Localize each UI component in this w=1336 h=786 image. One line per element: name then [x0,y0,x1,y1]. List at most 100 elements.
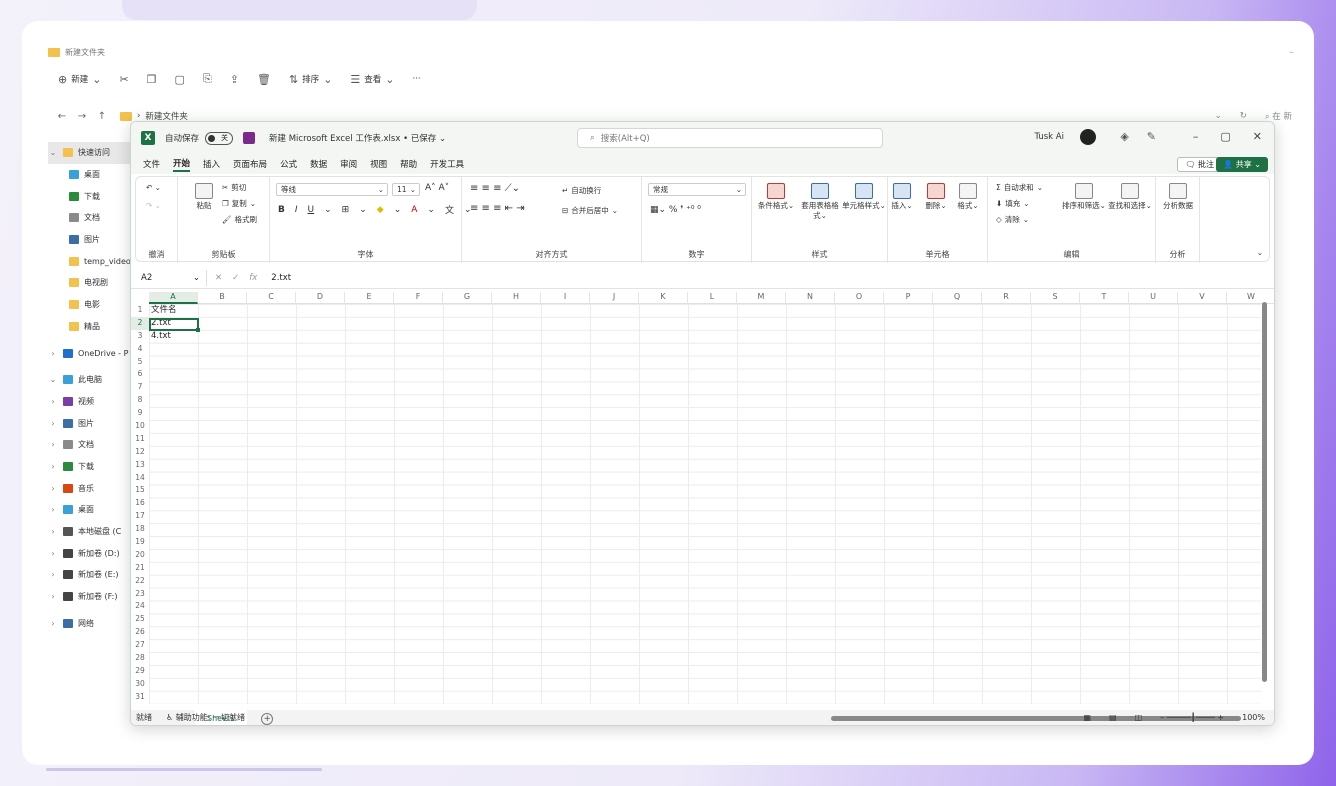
tab-6[interactable]: 审阅 [340,158,357,170]
accessibility-status[interactable]: ♿ 辅助功能: 一切就绪 [166,712,245,723]
row-header[interactable]: 19 [131,536,149,549]
analyze-data-button[interactable]: 分析数据 [1156,183,1200,211]
sidebar-item[interactable]: 电影 [48,294,134,316]
check-icon[interactable]: ✓ [232,273,239,283]
tab-4[interactable]: 公式 [280,158,297,170]
column-header[interactable]: C [247,292,296,304]
undo-icon[interactable]: ↶ ⌄ [146,183,161,192]
column-header[interactable]: Q [933,292,982,304]
row-header[interactable]: 9 [131,407,149,420]
sidebar-item[interactable]: ⌄ 此电脑 [48,369,134,391]
conditional-format-button[interactable]: 条件格式⌄ [754,183,798,211]
autosum-button[interactable]: Σ 自动求和 ⌄ [996,182,1043,193]
chevron-icon[interactable]: › [48,570,58,579]
row-header[interactable]: 13 [131,459,149,472]
row-header[interactable]: 3 [131,330,149,343]
sidebar-item[interactable]: 下载 [48,185,134,207]
row-header[interactable]: 10 [131,420,149,433]
sidebar-item[interactable]: › 新加卷 (F:) [48,586,134,608]
sidebar-item[interactable]: › 网络 [48,612,134,634]
tab-1[interactable]: 开始 [173,157,191,172]
sidebar-item[interactable]: › 本地磁盘 (C [48,521,134,543]
chevron-icon[interactable]: › [48,549,58,558]
column-header[interactable]: P [884,292,933,304]
sidebar-item[interactable]: temp_video [48,250,134,272]
column-header[interactable]: H [492,292,541,304]
page-break-icon[interactable]: ◫ [1135,713,1143,722]
cut-button[interactable]: ✂ 剪切 [222,182,246,193]
more-button[interactable]: ··· [413,74,421,84]
find-select-button[interactable]: 查找和选择⌄ [1108,183,1152,211]
sidebar-item[interactable]: › 图片 [48,412,134,434]
column-header[interactable]: S [1031,292,1080,304]
paste-button[interactable]: 粘贴 [182,183,226,211]
close-icon[interactable]: – [1289,47,1294,58]
sidebar-item[interactable]: 精品 [48,316,134,338]
font-name-select[interactable]: 等线 ⌄ [276,183,388,196]
number-format-select[interactable]: 常规 ⌄ [648,183,746,196]
cell-area[interactable] [149,304,1261,704]
chevron-icon[interactable]: › [48,462,58,471]
vertical-align-icons[interactable]: ≡ ≡ ≡ ⟋⌄ [470,183,520,194]
border-icon[interactable]: ⊞ [342,205,350,215]
row-header[interactable]: 27 [131,639,149,652]
share-button-explorer[interactable]: ⇪ [230,73,239,86]
sort-filter-button[interactable]: 排序和筛选⌄ [1062,183,1106,211]
back-icon[interactable]: ← [52,111,72,122]
fx-icon[interactable]: fx [249,273,257,283]
format-button[interactable]: 格式⌄ [950,183,986,211]
column-header[interactable]: O [835,292,884,304]
row-header[interactable]: 26 [131,626,149,639]
tab-2[interactable]: 插入 [203,158,220,170]
row-header[interactable]: 20 [131,549,149,562]
horizontal-align-icons[interactable]: ≡ ≡ ≡ ⇤ ⇥ [470,203,525,214]
font-size-select[interactable]: 11 ⌄ [392,183,420,196]
sidebar-item[interactable]: 桌面 [48,164,134,186]
font-style-buttons[interactable]: B I U ⌄ ⊞ ⌄ ◆ ⌄ A ⌄ 文 ⌄ [278,203,472,217]
phonetic-icon[interactable]: 文 [445,203,454,216]
fill-color-icon[interactable]: ◆ [377,205,384,215]
sidebar-item[interactable]: › OneDrive - P [48,342,134,364]
redo-icon[interactable]: ↷ ⌄ [146,201,161,210]
row-header[interactable]: 29 [131,665,149,678]
minimize-icon[interactable]: – [1193,130,1199,143]
sidebar-item[interactable]: 图片 [48,229,134,251]
formula-input[interactable]: 2.txt [271,273,291,283]
format-table-button[interactable]: 套用表格格式⌄ [798,183,842,221]
cancel-icon[interactable]: ✕ [215,273,222,283]
underline-icon[interactable]: U [308,205,315,215]
row-header[interactable]: 22 [131,575,149,588]
row-header[interactable]: 14 [131,472,149,485]
zoom-slider[interactable]: – ─────┃──── + [1160,713,1224,722]
chevron-icon[interactable]: › [48,397,58,406]
chevron-icon[interactable]: › [48,619,58,628]
up-icon[interactable]: ↑ [92,111,112,122]
document-title[interactable]: 新建 Microsoft Excel 工作表.xlsx • 已保存 ⌄ [269,132,446,144]
copy-button[interactable]: ❐ 复制 ⌄ [222,198,256,209]
zoom-level[interactable]: 100% [1242,713,1265,722]
column-header[interactable]: U [1129,292,1178,304]
row-header[interactable]: 21 [131,562,149,575]
sidebar-item[interactable]: › 桌面 [48,499,134,521]
row-header[interactable]: 18 [131,523,149,536]
paste-button[interactable]: ▢ [175,73,185,86]
save-icon[interactable] [243,132,256,144]
tab-5[interactable]: 数据 [310,158,327,170]
sidebar-item[interactable]: › 新加卷 (E:) [48,564,134,586]
number-format-icons[interactable]: ▦⌄ % ❜ ⁺⁰ ⁰ [650,205,701,215]
row-header[interactable]: 6 [131,368,149,381]
insert-button[interactable]: 插入⌄ [884,183,920,211]
column-header[interactable]: V [1178,292,1227,304]
delete-button[interactable]: 删除⌄ [918,183,954,211]
sidebar-item[interactable]: › 新加卷 (D:) [48,542,134,564]
column-header[interactable]: T [1080,292,1129,304]
chevron-icon[interactable]: › [48,505,58,514]
column-header[interactable]: G [443,292,492,304]
pen-icon[interactable]: ✎ [1147,130,1156,143]
chevron-icon[interactable]: › [48,592,58,601]
collapse-ribbon-icon[interactable]: ⌄ [1257,248,1263,257]
column-header[interactable]: D [296,292,345,304]
sort-button[interactable]: ⇅ 排序 ⌄ [289,73,332,86]
column-header[interactable]: E [345,292,394,304]
row-header[interactable]: 24 [131,600,149,613]
